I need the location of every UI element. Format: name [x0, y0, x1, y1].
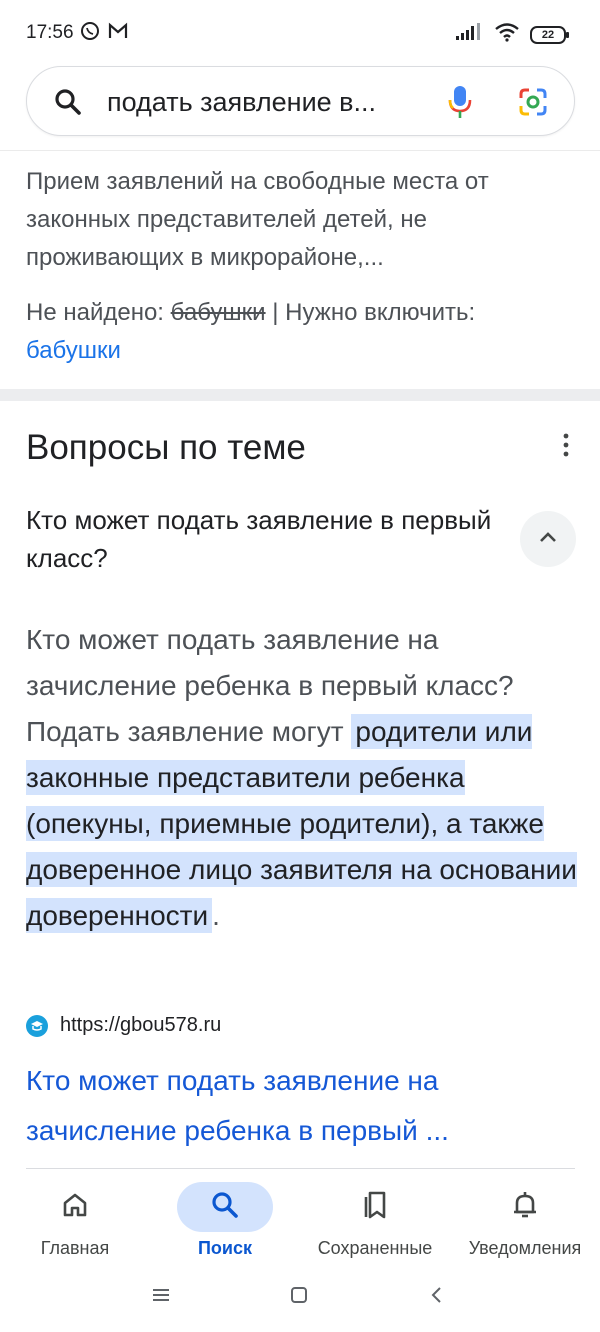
- status-notifications: [80, 21, 128, 46]
- gmail-icon: [108, 22, 128, 45]
- home-icon: [61, 1191, 89, 1224]
- not-found-term: бабушки: [170, 299, 266, 326]
- nav-saved[interactable]: Сохраненные: [300, 1176, 450, 1276]
- nav-notifications-label: Уведомления: [468, 1238, 582, 1258]
- bell-icon: [511, 1190, 539, 1225]
- search-icon: [210, 1190, 240, 1225]
- must-include-link[interactable]: бабушки: [26, 337, 121, 364]
- search-icon[interactable]: [53, 87, 83, 122]
- section-divider: [0, 389, 600, 401]
- related-questions-title: Вопросы по теме: [26, 428, 306, 467]
- site-favicon-icon: [26, 1014, 48, 1037]
- status-time: 17:56: [26, 22, 74, 43]
- nav-search-label: Поиск: [197, 1238, 253, 1258]
- source-row[interactable]: https://gbou578.ru: [26, 1014, 221, 1037]
- source-url[interactable]: https://gbou578.ru: [60, 1014, 221, 1037]
- viber-icon: [80, 21, 100, 46]
- status-bar: 17:56 22: [0, 0, 600, 62]
- search-input[interactable]: подать заявление в...: [107, 87, 376, 118]
- separator: |: [272, 299, 279, 326]
- lens-icon[interactable]: [517, 86, 549, 123]
- mic-icon[interactable]: [447, 84, 473, 125]
- search-bar[interactable]: подать заявление в...: [26, 66, 575, 136]
- chevron-up-icon: [538, 530, 558, 549]
- answer-end: .: [212, 900, 220, 931]
- bottom-nav: Главная Поиск Сохраненные Уведомления: [0, 1176, 600, 1276]
- status-system-icons: 22: [454, 22, 569, 47]
- nav-search[interactable]: Поиск: [150, 1176, 300, 1276]
- must-include-label: Нужно включить:: [285, 299, 476, 326]
- nav-notifications[interactable]: Уведомления: [450, 1176, 600, 1276]
- system-nav-bar: [0, 1276, 600, 1332]
- header-divider: [0, 150, 600, 151]
- menu-icon[interactable]: [150, 1284, 172, 1311]
- question-heading[interactable]: Кто может подать заявление в первый клас…: [26, 501, 496, 577]
- wifi-icon: [494, 22, 520, 47]
- missing-terms: Не найдено: бабушки | Нужно включить: ба…: [26, 294, 566, 370]
- nav-saved-label: Сохраненные: [317, 1238, 433, 1258]
- signal-icon: [454, 23, 484, 46]
- battery-icon: 22: [530, 25, 569, 44]
- answer-text: Кто может подать заявление на зачисление…: [26, 617, 582, 939]
- bookmarks-icon: [361, 1190, 389, 1225]
- more-options-icon[interactable]: [556, 432, 576, 463]
- result-title-link[interactable]: Кто может подать заявление на зачисление…: [26, 1056, 566, 1156]
- bottom-divider: [26, 1168, 575, 1169]
- nav-home-label: Главная: [40, 1238, 110, 1258]
- not-found-label: Не найдено:: [26, 299, 164, 326]
- nav-home[interactable]: Главная: [0, 1176, 150, 1276]
- result-snippet: Прием заявлений на свободные места от за…: [26, 168, 489, 271]
- collapse-button[interactable]: [520, 511, 576, 567]
- back-icon[interactable]: [426, 1284, 448, 1311]
- home-system-icon[interactable]: [288, 1284, 310, 1311]
